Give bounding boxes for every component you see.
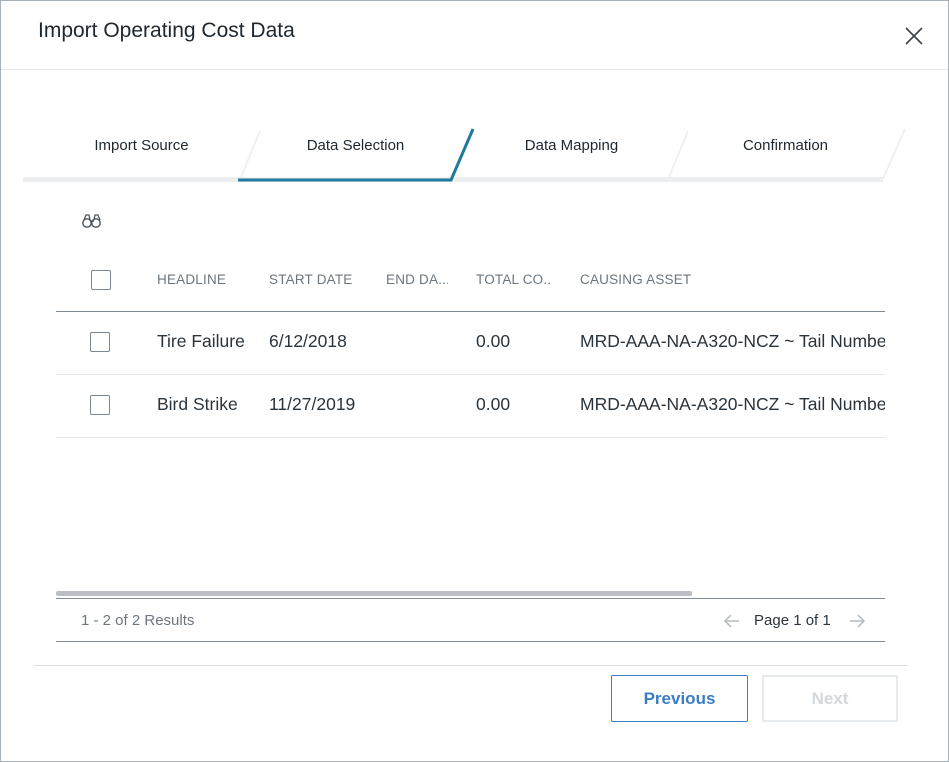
row-checkbox[interactable] <box>90 395 110 415</box>
cell-headline: Tire Failure <box>157 331 245 351</box>
dialog-title: Import Operating Cost Data <box>38 19 295 42</box>
column-header-causing-asset[interactable]: CAUSING ASSET <box>580 272 780 287</box>
results-count: 1 - 2 of 2 Results <box>81 612 195 629</box>
cell-total-cost: 0.00 <box>476 394 511 414</box>
footer-divider <box>56 598 885 599</box>
column-header-start-date[interactable]: START DATE <box>269 272 369 287</box>
close-icon[interactable] <box>901 23 927 49</box>
select-all-checkbox[interactable] <box>91 270 111 290</box>
cell-causing-asset: MRD-AAA-NA-A320-NCZ ~ Tail Number <box>580 331 885 351</box>
column-header-headline[interactable]: HEADLINE <box>157 272 257 287</box>
stepper-background <box>23 128 906 182</box>
column-header-end-date[interactable]: END DA... <box>386 272 448 287</box>
cell-start-date: 6/12/2018 <box>269 331 347 351</box>
header-divider <box>1 69 948 70</box>
import-dialog: Import Operating Cost Data Import Source… <box>0 0 949 762</box>
prev-page-arrow-icon[interactable] <box>723 613 741 629</box>
table-row[interactable]: Bird Strike 11/27/2019 0.00 MRD-AAA-NA-A… <box>56 375 885 438</box>
next-button[interactable]: Next <box>762 675 898 722</box>
step-data-mapping[interactable]: Data Mapping <box>493 137 650 154</box>
column-header-total-cost[interactable]: TOTAL CO... <box>476 272 552 287</box>
cell-headline: Bird Strike <box>157 394 238 414</box>
page-indicator: Page 1 of 1 <box>754 612 831 629</box>
table-row[interactable]: Tire Failure 6/12/2018 0.00 MRD-AAA-NA-A… <box>56 312 885 375</box>
binoculars-icon[interactable] <box>81 212 103 230</box>
scrollbar-thumb[interactable] <box>56 591 692 596</box>
cell-total-cost: 0.00 <box>476 331 511 351</box>
step-confirmation[interactable]: Confirmation <box>707 137 864 154</box>
previous-button[interactable]: Previous <box>611 675 748 722</box>
cell-start-date: 11/27/2019 <box>269 394 356 414</box>
wizard-stepper: Import Source Data Selection Data Mappin… <box>23 127 908 183</box>
actions-divider <box>34 665 907 666</box>
step-data-selection[interactable]: Data Selection <box>277 137 434 154</box>
footer-divider <box>56 641 885 642</box>
cell-causing-asset: MRD-AAA-NA-A320-NCZ ~ Tail Number <box>580 394 885 414</box>
table-header: HEADLINE START DATE END DA... TOTAL CO..… <box>56 256 885 312</box>
step-import-source[interactable]: Import Source <box>63 137 220 154</box>
horizontal-scrollbar[interactable] <box>56 591 885 596</box>
next-page-arrow-icon[interactable] <box>848 613 866 629</box>
row-checkbox[interactable] <box>90 332 110 352</box>
